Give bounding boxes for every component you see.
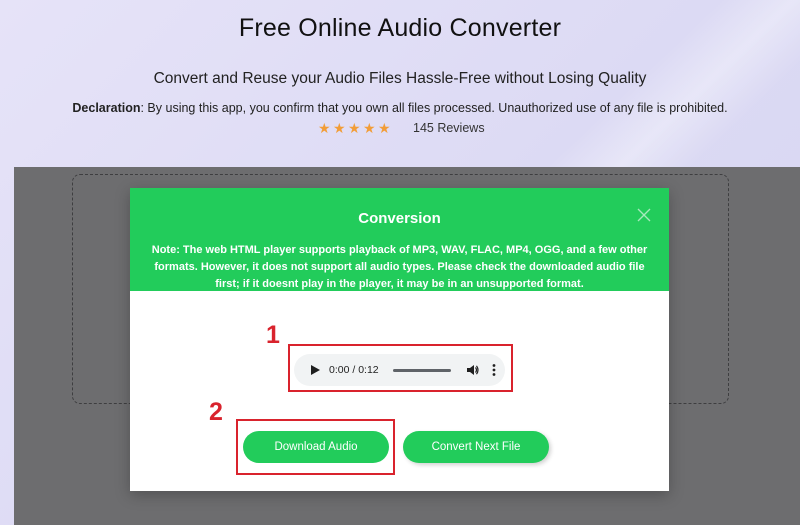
review-count: 145 Reviews: [413, 121, 485, 135]
star-icon: ★: [333, 119, 346, 136]
declaration: Declaration: By using this app, you conf…: [0, 101, 800, 115]
page-title: Free Online Audio Converter: [238, 14, 562, 42]
modal-header: Conversion Note: The web HTML player sup…: [130, 188, 669, 291]
modal-title: Conversion: [358, 210, 441, 227]
page: Free Online Audio Converter Convert and …: [0, 0, 800, 525]
star-rating: ★ ★ ★ ★ ★: [318, 119, 391, 136]
page-subtitle: Convert and Reuse your Audio Files Hassl…: [153, 70, 647, 87]
star-icon: ★: [363, 119, 376, 136]
conversion-modal: Conversion Note: The web HTML player sup…: [130, 188, 669, 491]
star-icon: ★: [318, 119, 331, 136]
declaration-text: : By using this app, you confirm that yo…: [140, 101, 728, 115]
annotation-box-download: [236, 419, 395, 475]
star-icon: ★: [378, 119, 391, 136]
close-icon: [637, 208, 651, 222]
modal-note: Note: The web HTML player supports playb…: [151, 244, 648, 290]
close-button[interactable]: [637, 208, 651, 222]
declaration-label: Declaration: [72, 101, 141, 115]
annotation-number-2: 2: [209, 398, 223, 426]
rating: ★ ★ ★ ★ ★ 145 Reviews: [318, 120, 485, 136]
annotation-box-player: [288, 344, 513, 392]
convert-next-file-button[interactable]: Convert Next File: [403, 431, 549, 463]
annotation-number-1: 1: [266, 321, 280, 349]
star-icon: ★: [348, 119, 361, 136]
